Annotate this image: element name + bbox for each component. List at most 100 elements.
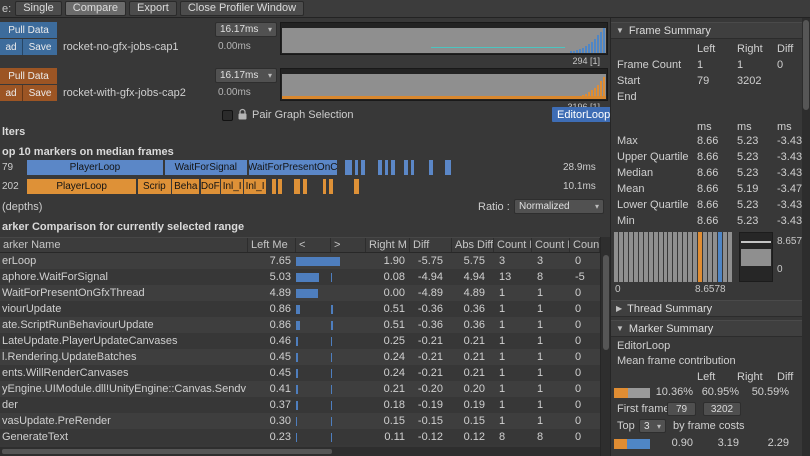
top-n-dropdown[interactable]: 3 ▾ bbox=[639, 419, 666, 433]
marker-segment[interactable] bbox=[354, 179, 360, 194]
scrollbar-thumb[interactable] bbox=[2, 449, 332, 454]
marker-segment[interactable] bbox=[278, 179, 283, 194]
column-header[interactable]: Left Me bbox=[248, 238, 296, 252]
abs-diff-cell: 0.21 bbox=[463, 367, 485, 379]
marker-segment[interactable]: Inl_I bbox=[221, 179, 243, 194]
scale-dropdown-left[interactable]: 16.17ms ▾ bbox=[215, 22, 277, 37]
scrollbar-thumb[interactable] bbox=[803, 20, 809, 110]
lock-icon[interactable] bbox=[237, 108, 248, 121]
marker-row[interactable]: LateUpdate.PlayerUpdateCanvases 0.46 0.2… bbox=[0, 333, 600, 349]
selected-marker-chip[interactable]: EditorLoop bbox=[552, 107, 616, 122]
export-button[interactable]: Export bbox=[129, 1, 177, 16]
marker-segment[interactable] bbox=[444, 160, 452, 175]
column-header[interactable]: < bbox=[296, 238, 331, 252]
pull-data-button-left[interactable]: Pull Data bbox=[0, 22, 57, 38]
right-bar-cell bbox=[331, 429, 366, 445]
marker-segment[interactable] bbox=[404, 160, 408, 175]
column-header[interactable]: Count D bbox=[570, 238, 600, 252]
top10-left-bar[interactable]: PlayerLoop WaitForSignal WaitForPresentOnC bbox=[27, 160, 560, 175]
marker-name-cell: aphore.WaitForSignal bbox=[2, 271, 108, 283]
left-median-cell: 0.41 bbox=[269, 383, 291, 395]
marker-segment[interactable]: WaitForPresentOnC bbox=[248, 160, 337, 175]
marker-row[interactable]: viourUpdate 0.86 0.51 -0.36 0.36 1 1 0 bbox=[0, 301, 600, 317]
frame-summary-header[interactable]: ▼ Frame Summary bbox=[611, 22, 803, 39]
pair-graph-checkbox[interactable] bbox=[222, 110, 233, 121]
count-right-cell: 1 bbox=[537, 319, 544, 331]
save-button-right[interactable]: Save bbox=[23, 85, 57, 101]
stat-right: 5.23 bbox=[737, 151, 759, 163]
costs-left: 0.90 bbox=[671, 437, 693, 449]
first-frame-right-button[interactable]: 3202 bbox=[703, 402, 741, 416]
marker-segment[interactable] bbox=[272, 179, 276, 194]
count-left-cell: 1 bbox=[499, 319, 506, 331]
panel-vertical-scrollbar[interactable] bbox=[802, 18, 810, 456]
frame-time-graph-right[interactable] bbox=[280, 68, 608, 101]
single-mode-button[interactable]: Single bbox=[15, 1, 62, 16]
marker-row[interactable]: ents.WillRenderCanvases 0.45 0.24 -0.21 … bbox=[0, 365, 600, 381]
frame-time-graph-left[interactable] bbox=[280, 22, 608, 55]
marker-segment[interactable] bbox=[390, 160, 395, 175]
count-left-cell: 1 bbox=[499, 415, 506, 427]
count-delta-cell: -5 bbox=[575, 271, 585, 283]
first-frame-left-button[interactable]: 79 bbox=[667, 402, 696, 416]
frame-summary-stats: Max 8.66 5.23 -3.43 Upper Quartile 8.66 … bbox=[611, 134, 803, 230]
marker-segment[interactable] bbox=[384, 160, 389, 175]
marker-segment[interactable] bbox=[329, 179, 333, 194]
scale-dropdown-right[interactable]: 16.17ms ▾ bbox=[215, 68, 277, 83]
marker-segment[interactable] bbox=[322, 179, 327, 194]
column-header[interactable]: Abs Diff bbox=[452, 238, 494, 252]
column-header[interactable]: > bbox=[331, 238, 366, 252]
frame-summary-column-headers: Left Right Diff bbox=[611, 42, 803, 58]
histogram-min-label: 0 bbox=[615, 284, 621, 295]
table-horizontal-scrollbar[interactable] bbox=[0, 447, 600, 456]
right-median-cell: 0.15 bbox=[383, 415, 405, 427]
column-header[interactable]: Count L bbox=[494, 238, 532, 252]
marker-row[interactable]: ate.ScriptRunBehaviourUpdate 0.86 0.51 -… bbox=[0, 317, 600, 333]
column-header[interactable]: Right M bbox=[366, 238, 410, 252]
marker-row[interactable]: aphore.WaitForSignal 5.03 0.08 -4.94 4.9… bbox=[0, 269, 600, 285]
marker-segment[interactable]: Inl_I bbox=[244, 179, 266, 194]
marker-segment[interactable]: WaitForSignal bbox=[164, 160, 248, 175]
marker-segment[interactable]: PlayerLoop bbox=[27, 179, 137, 194]
graph-marker-strip bbox=[282, 96, 606, 99]
marker-segment[interactable] bbox=[302, 179, 307, 194]
thread-summary-header[interactable]: ▶ Thread Summary bbox=[611, 300, 803, 317]
scrollbar-thumb[interactable] bbox=[603, 255, 609, 350]
load-button-left[interactable]: ad bbox=[0, 39, 23, 55]
marker-segment[interactable] bbox=[378, 160, 382, 175]
marker-segment[interactable]: DoF bbox=[200, 179, 220, 194]
marker-summary-header[interactable]: ▼ Marker Summary bbox=[611, 320, 803, 337]
table-vertical-scrollbar[interactable] bbox=[600, 237, 610, 456]
column-header[interactable]: Diff bbox=[410, 238, 452, 252]
marker-row[interactable]: WaitForPresentOnGfxThread 4.89 0.00 -4.8… bbox=[0, 285, 600, 301]
marker-segment[interactable] bbox=[361, 160, 365, 175]
marker-segment[interactable]: PlayerLoop bbox=[27, 160, 163, 175]
ratio-dropdown[interactable]: Normalized ▾ bbox=[514, 199, 604, 214]
marker-segment[interactable] bbox=[354, 160, 359, 175]
marker-row[interactable]: erLoop 7.65 1.90 -5.75 5.75 3 3 0 bbox=[0, 253, 600, 269]
compare-mode-button[interactable]: Compare bbox=[64, 1, 127, 16]
count-delta-cell: 0 bbox=[575, 287, 582, 299]
load-button-right[interactable]: ad bbox=[0, 85, 23, 101]
marker-row[interactable]: der 0.37 0.18 -0.19 0.19 1 1 0 bbox=[0, 397, 600, 413]
marker-segment[interactable] bbox=[410, 160, 415, 175]
marker-row[interactable]: vasUpdate.PreRender 0.30 0.15 -0.15 0.15… bbox=[0, 413, 600, 429]
marker-row[interactable]: l.Rendering.UpdateBatches 0.45 0.24 -0.2… bbox=[0, 349, 600, 365]
top10-right-bar[interactable]: PlayerLoop Scrip Beha DoF Inl_I Inl_I bbox=[27, 179, 560, 194]
pull-data-button-right[interactable]: Pull Data bbox=[0, 68, 57, 84]
marker-segment[interactable] bbox=[344, 160, 353, 175]
save-button-left[interactable]: Save bbox=[23, 39, 57, 55]
column-header[interactable]: arker Name bbox=[0, 238, 248, 252]
stat-label: Median bbox=[617, 167, 654, 179]
close-profiler-button[interactable]: Close Profiler Window bbox=[179, 1, 305, 16]
left-median-bar bbox=[296, 368, 299, 378]
marker-row[interactable]: GenerateText 0.23 0.11 -0.12 0.12 8 8 0 bbox=[0, 429, 600, 445]
marker-segment[interactable] bbox=[429, 160, 433, 175]
column-header[interactable]: Count R bbox=[532, 238, 570, 252]
marker-segment[interactable]: Scrip bbox=[137, 179, 171, 194]
frame-time-histogram[interactable] bbox=[614, 232, 732, 282]
left-median-bar bbox=[296, 400, 298, 410]
marker-segment[interactable]: Beha bbox=[172, 179, 200, 194]
marker-segment[interactable] bbox=[293, 179, 301, 194]
marker-row[interactable]: yEngine.UIModule.dll!UnityEngine::Canvas… bbox=[0, 381, 600, 397]
